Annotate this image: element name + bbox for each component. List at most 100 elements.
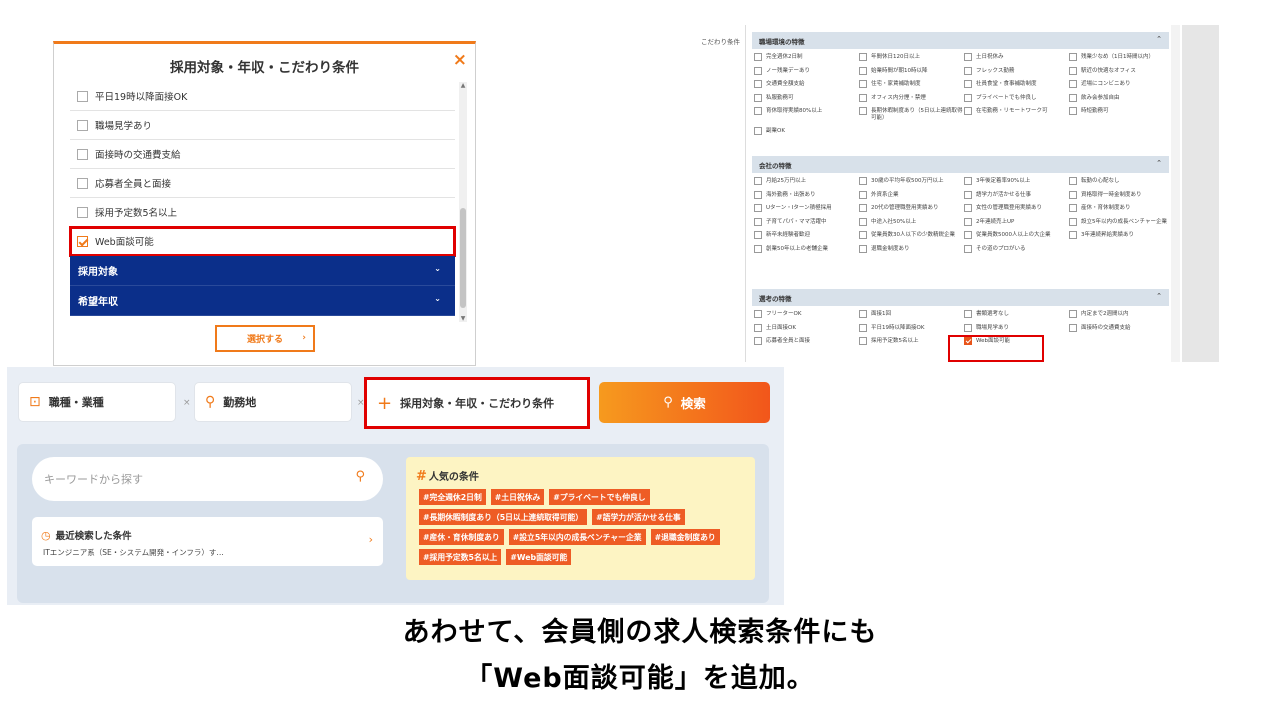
checkbox-item[interactable]: 長期休暇制度あり（5日以上連続取得可能） xyxy=(859,107,964,128)
list-item[interactable]: 職場見学あり xyxy=(70,111,455,140)
checkbox-item[interactable]: 応募者全員と面接 xyxy=(754,337,859,352)
list-item-web-interview[interactable]: Web面談可能 xyxy=(69,226,456,257)
chevron-up-icon[interactable]: ⌃ xyxy=(1156,292,1162,300)
checkbox[interactable] xyxy=(859,244,867,253)
close-icon[interactable]: × xyxy=(453,50,467,70)
checkbox[interactable] xyxy=(754,177,762,185)
checkbox[interactable] xyxy=(754,80,762,88)
checkbox-item[interactable]: 2年連続売上UP xyxy=(964,217,1069,233)
checkbox[interactable] xyxy=(1069,177,1077,185)
checkbox[interactable] xyxy=(859,204,867,212)
checkbox-item[interactable]: オフィス内分煙・禁煙 xyxy=(859,93,964,109)
search-button[interactable]: ⚲ 検索 xyxy=(599,382,770,423)
section-header[interactable]: 選考の特徴 ⌃ xyxy=(752,289,1169,306)
checkbox-item[interactable]: 土日祝休み xyxy=(964,53,1069,68)
checkbox-item[interactable]: 新卒未経験者歓迎 xyxy=(754,231,859,246)
checkbox[interactable] xyxy=(964,204,972,212)
checkbox[interactable] xyxy=(754,127,762,135)
checkbox-item[interactable]: 外資系企業 xyxy=(859,190,964,206)
checkbox[interactable] xyxy=(77,206,88,218)
list-item[interactable]: 面接時の交通費支給 xyxy=(70,140,455,169)
checkbox-item[interactable]: 面接時の交通費支給 xyxy=(1069,323,1171,339)
checkbox[interactable] xyxy=(859,310,867,318)
checkbox[interactable] xyxy=(754,231,762,239)
accordion-desired-salary[interactable]: 希望年収 ⌄ xyxy=(70,286,455,316)
conditions-selector[interactable]: + 採用対象・年収・こだわり条件 xyxy=(364,377,590,429)
checkbox[interactable] xyxy=(1069,66,1077,75)
checkbox[interactable] xyxy=(1069,204,1077,212)
checkbox-item[interactable]: その道のプロがいる xyxy=(964,244,1069,260)
checkbox[interactable] xyxy=(859,66,867,75)
checkbox-item[interactable]: 内定まで2週間以内 xyxy=(1069,310,1171,325)
checkbox[interactable] xyxy=(754,244,762,253)
checkbox[interactable] xyxy=(859,231,867,239)
checkbox[interactable] xyxy=(1069,53,1077,61)
checkbox-item[interactable]: 語学力が活かせる仕事 xyxy=(964,190,1069,206)
checkbox[interactable] xyxy=(859,217,867,226)
checkbox[interactable] xyxy=(754,217,762,226)
checkbox-item[interactable]: 退職金制度あり xyxy=(859,244,964,260)
checkbox[interactable] xyxy=(859,323,867,332)
popular-tag[interactable]: #長期休暇制度あり（5日以上連続取得可能） xyxy=(419,509,588,525)
checkbox-item[interactable]: 月給25万円以上 xyxy=(754,177,859,192)
checkbox-item[interactable]: 創業50年以上の老舗企業 xyxy=(754,244,859,260)
checkbox-item[interactable]: フレックス勤務 xyxy=(964,66,1069,82)
checkbox[interactable] xyxy=(77,119,88,131)
checkbox-item[interactable]: 女性の管理職登用実績あり xyxy=(964,204,1069,219)
checkbox[interactable] xyxy=(964,80,972,88)
checkbox-item[interactable]: プライベートでも仲良し xyxy=(964,93,1069,109)
checkbox-item[interactable]: 年間休日120日以上 xyxy=(859,53,964,68)
checkbox[interactable] xyxy=(754,204,762,212)
checkbox[interactable] xyxy=(754,93,762,102)
checkbox[interactable] xyxy=(754,66,762,75)
checkbox-item[interactable]: 子育てパパ・ママ活躍中 xyxy=(754,217,859,233)
scrollbar[interactable] xyxy=(1171,25,1180,362)
checkbox-item[interactable]: 産休・育休制度あり xyxy=(1069,204,1171,219)
checkbox-item[interactable]: ノー残業デーあり xyxy=(754,66,859,82)
checkbox[interactable] xyxy=(964,190,972,199)
popular-tag[interactable]: #語学力が活かせる仕事 xyxy=(592,509,685,525)
checkbox[interactable] xyxy=(1069,217,1077,226)
accordion-recruitment-target[interactable]: 採用対象 ⌄ xyxy=(70,256,455,286)
scroll-down-icon[interactable]: ▼ xyxy=(459,315,467,322)
checkbox[interactable] xyxy=(859,337,867,345)
checkbox[interactable] xyxy=(1069,310,1077,318)
checkbox[interactable] xyxy=(964,310,972,318)
popular-tag[interactable]: #Web面談可能 xyxy=(506,549,572,565)
checkbox[interactable] xyxy=(964,323,972,332)
checkbox[interactable] xyxy=(859,53,867,61)
popular-tag[interactable]: #プライベートでも仲良し xyxy=(549,489,650,505)
checkbox-item[interactable]: 土日面接OK xyxy=(754,323,859,339)
checkbox-item[interactable]: 海外勤務・出張あり xyxy=(754,190,859,206)
checkbox[interactable] xyxy=(1069,190,1077,199)
popular-tag[interactable]: #土日祝休み xyxy=(490,489,545,505)
section-header[interactable]: 会社の特徴 ⌃ xyxy=(752,156,1169,173)
checkbox[interactable] xyxy=(964,93,972,102)
list-item[interactable]: 平日19時以降面接OK xyxy=(70,82,455,111)
list-item[interactable]: 応募者全員と面接 xyxy=(70,169,455,198)
chevron-up-icon[interactable]: ⌃ xyxy=(1156,35,1162,43)
checkbox[interactable] xyxy=(964,177,972,185)
checkbox-item[interactable]: 中途入社50%以上 xyxy=(859,217,964,233)
checkbox-item[interactable]: 近場にコンビニあり xyxy=(1069,80,1171,95)
checkbox-item[interactable]: 時短勤務可 xyxy=(1069,107,1171,128)
checkbox-item[interactable]: フリーターOK xyxy=(754,310,859,325)
checkbox-item[interactable]: 私服勤務可 xyxy=(754,93,859,109)
checkbox[interactable] xyxy=(964,66,972,75)
checkbox-item[interactable]: 住宅・家賃補助制度 xyxy=(859,80,964,95)
section-header[interactable]: 職場環境の特徴 ⌃ xyxy=(752,32,1169,49)
checkbox-item[interactable]: 従業員数30人以下の少数精鋭企業 xyxy=(859,231,964,246)
checkbox[interactable] xyxy=(754,190,762,199)
checkbox[interactable] xyxy=(859,190,867,199)
job-type-selector[interactable]: ⊡ 職種・業種 xyxy=(18,382,176,422)
checkbox-item[interactable]: 飲み会参加自由 xyxy=(1069,93,1171,109)
checkbox[interactable] xyxy=(1069,93,1077,102)
location-selector[interactable]: ⚲ 勤務地 xyxy=(194,382,352,422)
checkbox[interactable] xyxy=(754,53,762,61)
checkbox[interactable] xyxy=(859,93,867,102)
checkbox[interactable] xyxy=(964,53,972,61)
checkbox-item[interactable]: 設立5年以内の成長ベンチャー企業 xyxy=(1069,217,1171,233)
popular-tag[interactable]: #設立5年以内の成長ベンチャー企業 xyxy=(508,529,646,545)
checkbox-item[interactable]: 30歳の平均年収500万円以上 xyxy=(859,177,964,192)
list-item[interactable]: 採用予定数5名以上 xyxy=(70,198,455,227)
